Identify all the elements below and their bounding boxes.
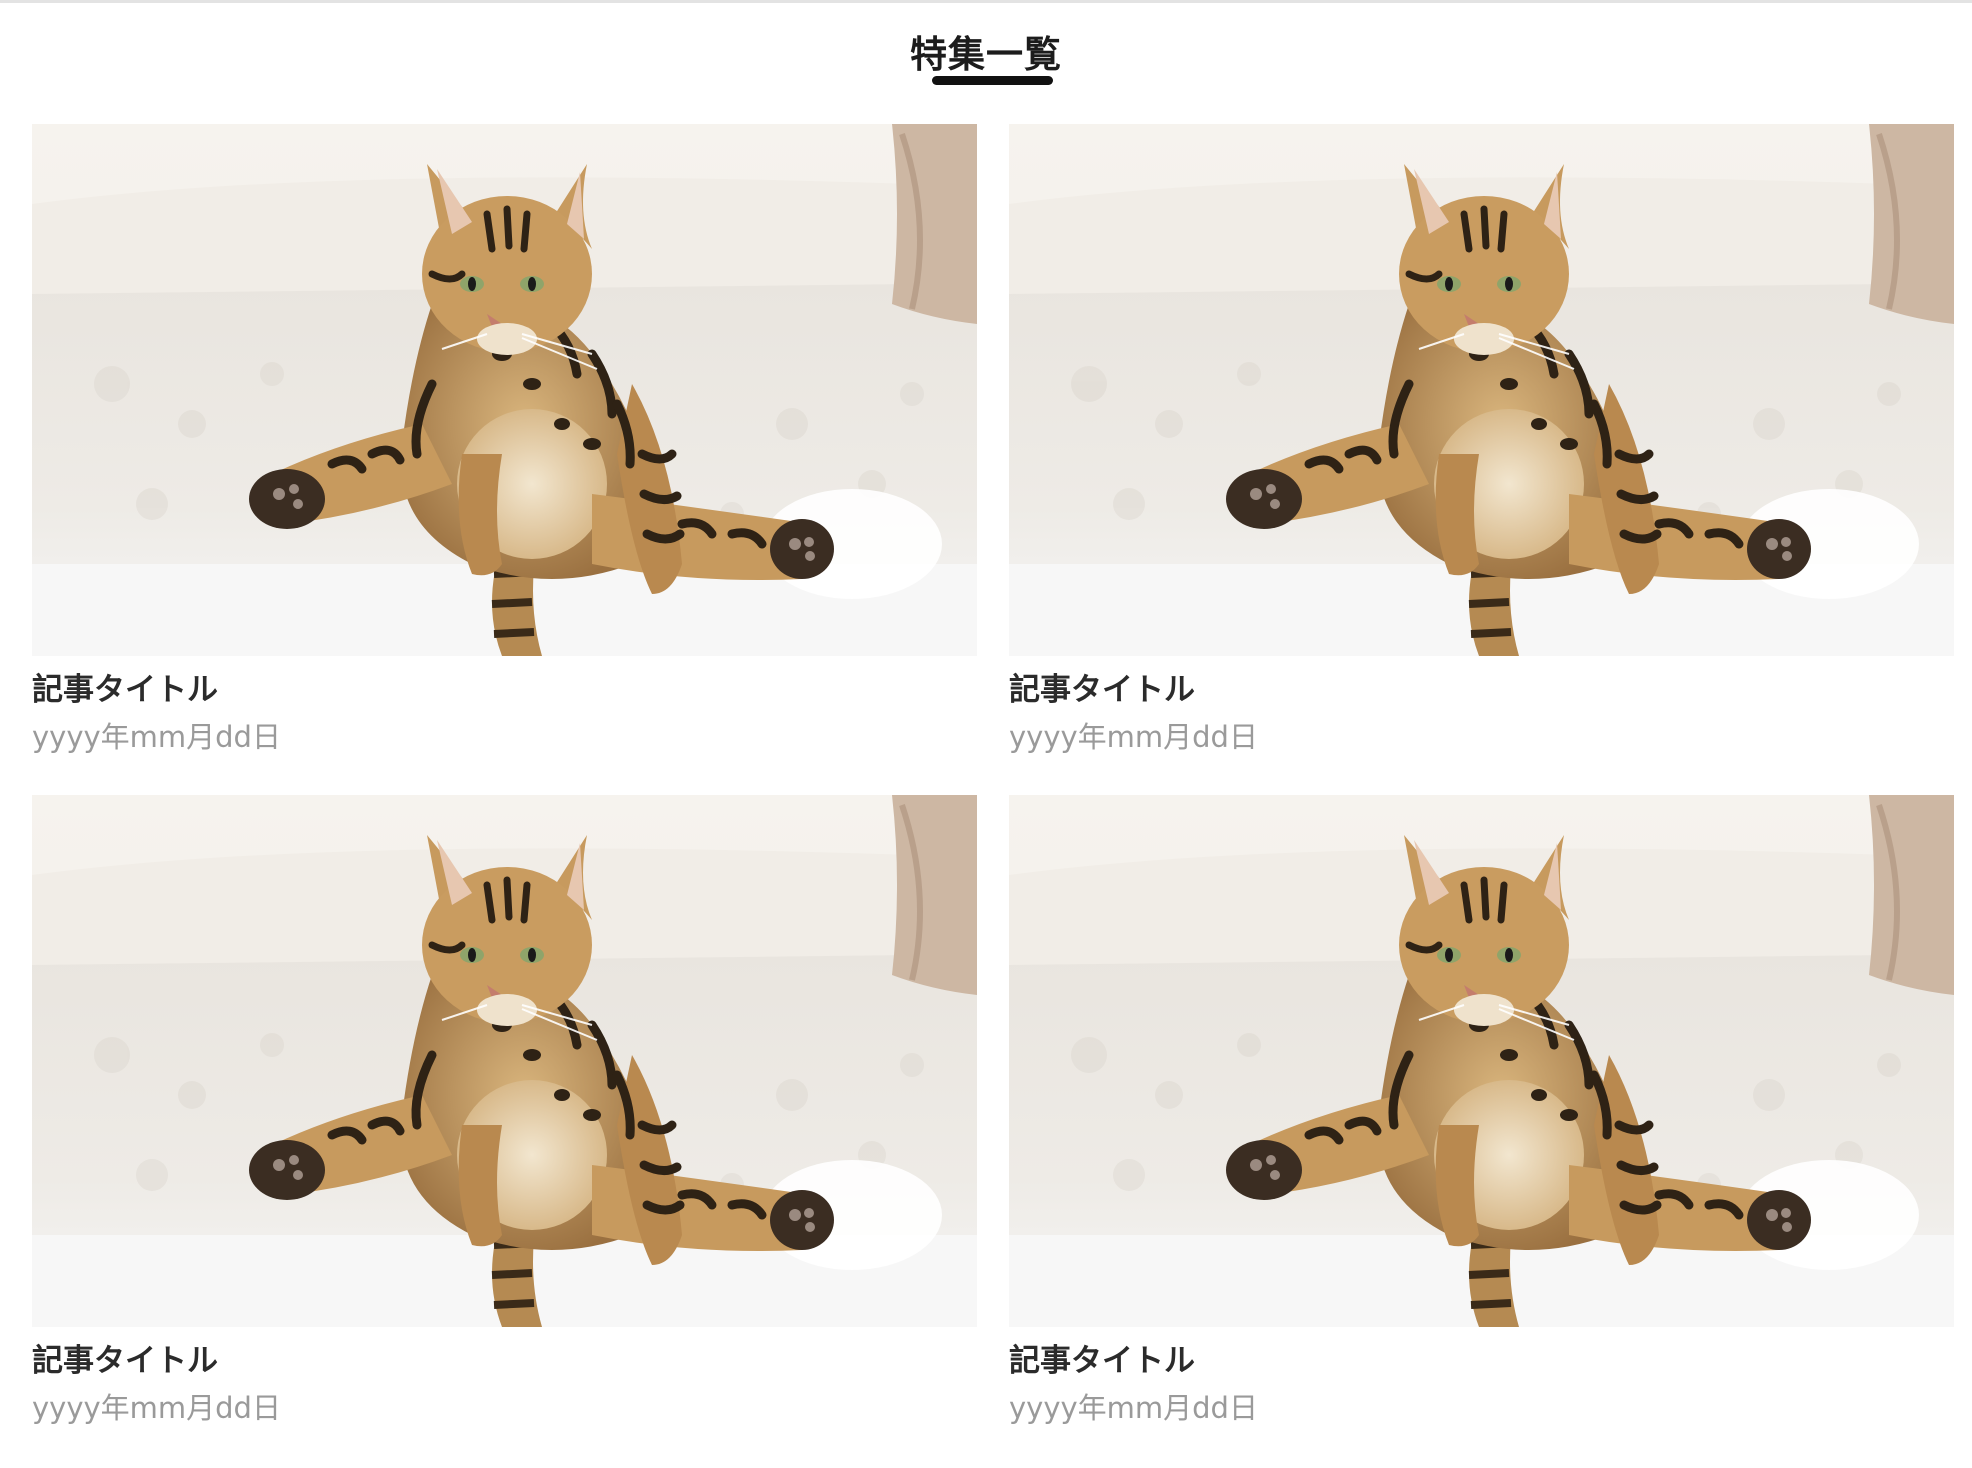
article-thumbnail[interactable] (1009, 795, 1954, 1327)
article-date: yyyy年mm月dd日 (1009, 1391, 1258, 1425)
article-card[interactable]: 記事タイトル yyyy年mm月dd日 (32, 795, 977, 1425)
article-card[interactable]: 記事タイトル yyyy年mm月dd日 (1009, 795, 1954, 1425)
article-card[interactable]: 記事タイトル yyyy年mm月dd日 (1009, 124, 1954, 754)
cat-photo-image (1009, 124, 1954, 656)
article-thumbnail[interactable] (32, 795, 977, 1327)
article-thumbnail[interactable] (1009, 124, 1954, 656)
top-border (0, 0, 1972, 3)
article-date: yyyy年mm月dd日 (32, 1391, 281, 1425)
title-underline (932, 76, 1053, 85)
article-title[interactable]: 記事タイトル (1009, 1341, 1195, 1381)
article-card[interactable]: 記事タイトル yyyy年mm月dd日 (32, 124, 977, 754)
cat-photo-image (1009, 795, 1954, 1327)
article-title[interactable]: 記事タイトル (32, 1341, 218, 1381)
article-date: yyyy年mm月dd日 (32, 720, 281, 754)
article-title[interactable]: 記事タイトル (32, 670, 218, 710)
article-thumbnail[interactable] (32, 124, 977, 656)
article-title[interactable]: 記事タイトル (1009, 670, 1195, 710)
page-title: 特集一覧 (910, 32, 1062, 76)
cat-photo-image (32, 795, 977, 1327)
cat-photo-image (32, 124, 977, 656)
article-date: yyyy年mm月dd日 (1009, 720, 1258, 754)
